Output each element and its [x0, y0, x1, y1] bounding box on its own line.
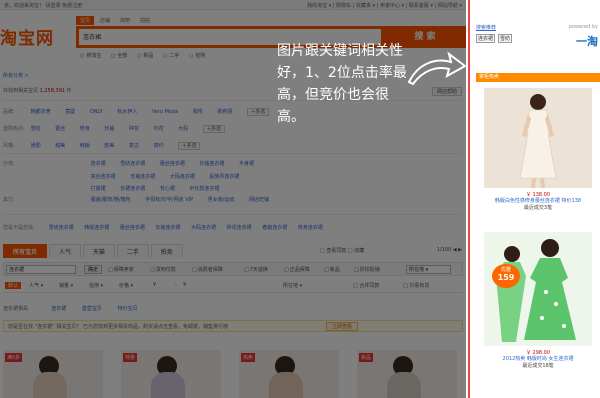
ribbon-price: 159 — [497, 273, 515, 282]
ad-product[interactable]: 优雅 159 ￥ 298.00 2012热卖 韩版时尚 女生连衣裙 最近成交18… — [484, 232, 592, 370]
product-sold: 最近成交3笔 — [523, 205, 553, 211]
ad-hint-link[interactable]: 搜索推荐 — [476, 24, 496, 31]
product-title-suffix[interactable]: 特价138 — [560, 198, 582, 204]
product-image[interactable]: 优雅 159 — [484, 232, 592, 346]
sponsored-sidebar: 搜索推荐 powered by 连衣裙 雪纺 一淘 掌柜热卖 ￥ 138.00 … — [468, 0, 600, 398]
annotation-text: 图片跟关键词相关性好，1、2位点击率最高，但竞价也会很高。 — [277, 43, 407, 125]
ad-product[interactable]: ￥ 138.00 韩版白色性感修身蕾丝连衣裙 特价138 最近成交3笔 — [484, 88, 592, 212]
arrow-icon — [407, 51, 466, 86]
product-price: ￥ 138.00 — [525, 192, 551, 198]
ad-tag[interactable]: 连衣裙 — [476, 34, 496, 43]
product-sold: 最近成交18笔 — [522, 363, 554, 369]
product-image[interactable] — [484, 88, 592, 188]
powered-by-label: powered by — [568, 24, 598, 30]
price-ribbon: 优雅 159 — [492, 264, 520, 288]
ad-tag[interactable]: 雪纺 — [498, 34, 513, 43]
ad-header: 搜索推荐 powered by 连衣裙 雪纺 一淘 — [476, 24, 598, 50]
product-title[interactable]: 2012热卖 韩版时尚 女生连衣裙 — [484, 356, 592, 363]
taobao-search-page: 亲，欢迎来淘宝！ 请登录 免费注册 我的淘宝 ▾ | 购物车 | 收藏夹 ▾ |… — [0, 0, 466, 398]
product-price: ￥ 298.00 — [525, 350, 551, 356]
product-title-text[interactable]: 韩版白色性感修身蕾丝连衣裙 — [495, 198, 560, 204]
etao-logo[interactable]: 一淘 — [576, 33, 598, 49]
product-title[interactable]: 韩版白色性感修身蕾丝连衣裙 特价138 — [484, 198, 592, 205]
ad-section-heading: 掌柜热卖 — [476, 73, 600, 82]
